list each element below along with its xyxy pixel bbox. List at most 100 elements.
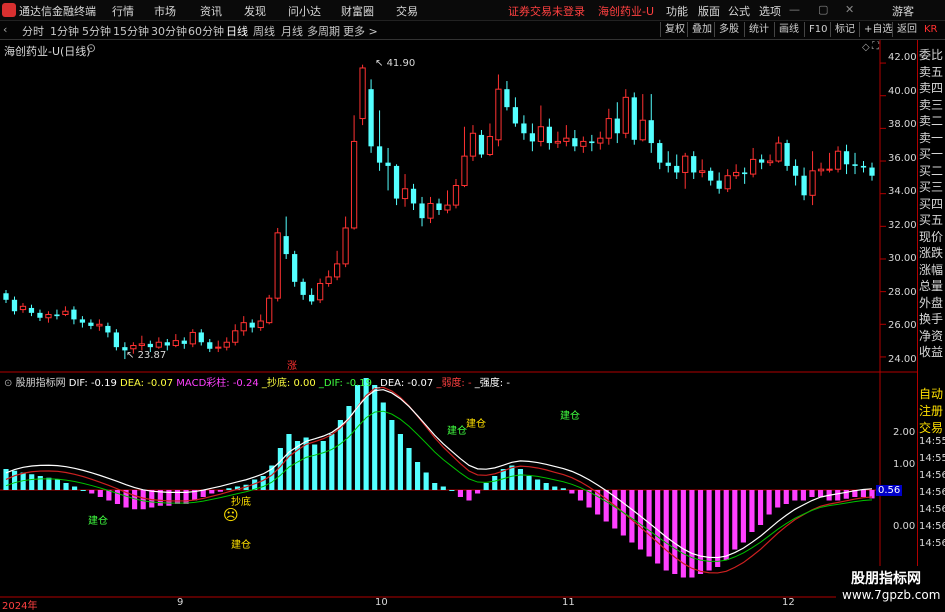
candle-body-down xyxy=(164,342,170,346)
minimize-icon[interactable]: — xyxy=(789,3,800,16)
quote-panel-label[interactable]: 买二 xyxy=(919,162,943,179)
quote-panel-trade[interactable]: 14:56 xyxy=(919,470,945,481)
quote-panel-label[interactable]: 收益 xyxy=(919,343,943,360)
candle-body-up xyxy=(240,322,247,332)
menu-gongshi[interactable]: 公式 xyxy=(728,3,750,19)
biaoji-button[interactable]: 标记 xyxy=(830,22,859,37)
zixuan-button[interactable]: +自选 xyxy=(859,22,896,37)
huaxian-button[interactable]: 画线 xyxy=(774,22,803,37)
quote-panel-label[interactable]: 总量 xyxy=(919,277,943,294)
quote-panel-label[interactable]: 现价 xyxy=(919,228,943,245)
fuquan-button[interactable]: 复权 xyxy=(660,22,689,37)
menu-wenxiaoda[interactable]: 问小达 xyxy=(288,3,321,19)
diejia-button[interactable]: 叠加 xyxy=(687,22,716,37)
quote-panel-label[interactable]: 卖二 xyxy=(919,112,943,129)
menu-jiaoyi[interactable]: 交易 xyxy=(396,3,418,19)
period-fenshi[interactable]: 分时 xyxy=(22,23,44,39)
menu-shichang[interactable]: 市场 xyxy=(154,3,176,19)
macd-bar xyxy=(715,490,721,567)
candle-body-down xyxy=(54,314,60,317)
price-axis-label: 30.00 xyxy=(888,253,917,264)
quote-panel-label[interactable]: 涨幅 xyxy=(919,261,943,278)
period-month[interactable]: 月线 xyxy=(281,23,303,39)
quote-panel-trade[interactable]: 14:56 xyxy=(919,487,945,498)
candle-body-up xyxy=(138,343,145,347)
quote-panel-label[interactable]: 净资 xyxy=(919,327,943,344)
candle-body-down xyxy=(368,89,374,147)
macd-bar xyxy=(757,490,764,525)
settings-icon[interactable]: ◇ xyxy=(862,42,870,53)
macd-bar xyxy=(37,476,43,490)
quote-panel-label[interactable]: 换手 xyxy=(919,310,943,327)
tongji-button[interactable]: 统计 xyxy=(744,22,773,37)
menu-faxian[interactable]: 发现 xyxy=(244,3,266,19)
quote-panel-trade[interactable]: 14:56 xyxy=(919,504,945,515)
quote-panel-label[interactable]: 卖一 xyxy=(919,129,943,146)
menu-xuanxiang[interactable]: 选项 xyxy=(759,3,781,19)
candle-body-up xyxy=(724,175,731,190)
candle-body-up xyxy=(537,126,545,142)
quote-panel: 委比 卖五 卖四 卖三 卖二 卖一 买一 买二 买三 买四 买五 现价 涨跌 涨幅 总量 外盘 换手 净资 收益自动… xyxy=(917,40,945,609)
quote-panel-trade[interactable]: 自动 xyxy=(919,385,943,402)
period-more[interactable]: 更多 > xyxy=(343,23,378,39)
quote-panel-trade[interactable]: 交易 xyxy=(919,419,943,436)
indicator-name[interactable]: 股朋指标网 xyxy=(16,378,66,389)
quote-panel-label[interactable]: 买三 xyxy=(919,178,943,195)
macd-bar xyxy=(637,490,644,550)
guest-button[interactable]: 游客 xyxy=(892,3,914,19)
collapse-icon[interactable]: ‹ xyxy=(3,23,7,36)
quote-panel-label[interactable]: 卖五 xyxy=(919,63,943,80)
menu-gongneng[interactable]: 功能 xyxy=(666,3,688,19)
macd-bar xyxy=(809,490,815,497)
fanhui-button[interactable]: 返回 xyxy=(892,22,921,37)
quote-panel-trade[interactable]: 14:55 xyxy=(919,436,945,447)
quote-panel-label[interactable]: 卖三 xyxy=(919,96,943,113)
close-icon[interactable]: ✕ xyxy=(845,3,854,16)
macd-bar xyxy=(329,434,335,490)
date-label-year: 2024年 xyxy=(2,601,38,612)
candle-body-down xyxy=(309,294,315,302)
quote-panel-label[interactable]: 卖四 xyxy=(919,79,943,96)
price-axis-label: 38.00 xyxy=(888,119,917,130)
menu-banmian[interactable]: 版面 xyxy=(698,3,720,19)
period-week[interactable]: 周线 xyxy=(253,23,275,39)
quote-panel-trade[interactable]: 14:56 xyxy=(919,521,945,532)
macd-bar xyxy=(672,490,678,574)
expand-icon[interactable]: ⛶ xyxy=(872,41,879,52)
period-15min[interactable]: 15分钟 xyxy=(113,23,149,39)
menu-hangqing[interactable]: 行情 xyxy=(112,3,134,19)
quote-panel-label[interactable]: 买四 xyxy=(919,195,943,212)
quote-panel-trade[interactable]: 14:55 xyxy=(919,453,945,464)
quote-panel-label[interactable]: 买五 xyxy=(919,211,943,228)
quote-panel-label[interactable]: 买一 xyxy=(919,145,943,162)
quote-panel-label[interactable]: 委比 xyxy=(919,46,943,63)
candle-body-down xyxy=(691,156,697,173)
price-axis-label: 26.00 xyxy=(888,320,917,331)
macd-bar xyxy=(569,490,575,494)
quote-panel-trade[interactable]: 注册 xyxy=(919,402,943,419)
f10-button[interactable]: F10 xyxy=(804,22,831,37)
period-30min[interactable]: 30分钟 xyxy=(151,23,187,39)
chart-dropdown-icon[interactable]: ⊙ xyxy=(86,41,96,55)
trade-status[interactable]: 证券交易未登录 xyxy=(508,3,585,19)
quote-panel-label[interactable]: 外盘 xyxy=(919,294,943,311)
quote-panel-label[interactable]: 涨跌 xyxy=(919,244,943,261)
period-60min[interactable]: 60分钟 xyxy=(188,23,224,39)
macd-bar xyxy=(209,490,215,494)
candle-body-up xyxy=(766,160,774,164)
duogu-button[interactable]: 多股 xyxy=(714,22,743,37)
candle-body-down xyxy=(207,342,213,349)
period-5min[interactable]: 5分钟 xyxy=(82,23,111,39)
menu-zixun[interactable]: 资讯 xyxy=(200,3,222,19)
chart-area[interactable] xyxy=(0,40,917,609)
candle-body-down xyxy=(792,165,799,176)
macd-bar xyxy=(783,490,789,504)
menu-caifuquan[interactable]: 财富圈 xyxy=(341,3,374,19)
period-multi[interactable]: 多周期 xyxy=(307,23,340,39)
quote-panel-trade[interactable]: 14:56 xyxy=(919,538,945,549)
indicator-icon[interactable]: ⊙ xyxy=(4,378,12,389)
period-day[interactable]: 日线 xyxy=(226,23,248,39)
period-1min[interactable]: 1分钟 xyxy=(50,23,79,39)
candle-body-up xyxy=(826,168,833,171)
maximize-icon[interactable]: ▢ xyxy=(818,3,828,16)
